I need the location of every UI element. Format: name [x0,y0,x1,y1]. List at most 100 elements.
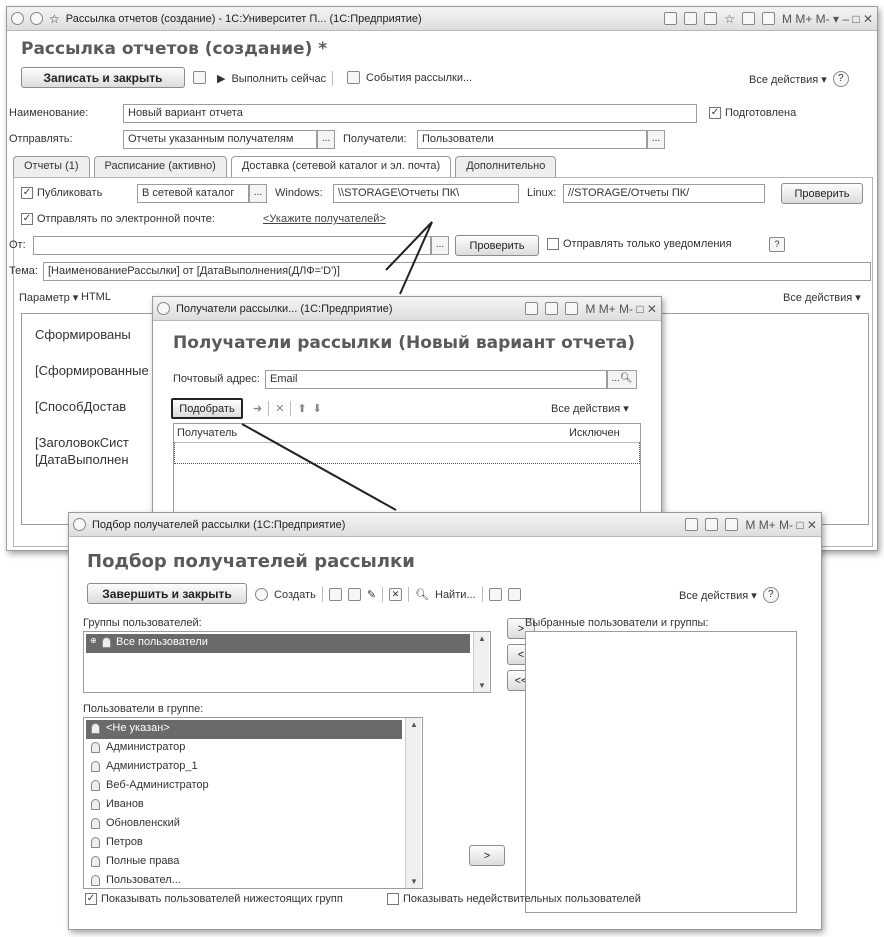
list-item[interactable]: <Не указан> [86,720,402,739]
create-button[interactable]: Создать [274,589,316,601]
send-select-button[interactable]: ... [317,130,335,149]
show-subgroups-checkbox[interactable]: ✓ [85,893,97,905]
email-checkbox[interactable]: ✓ [21,213,33,225]
list-item[interactable]: Пользовател... [86,872,402,888]
tab-schedule[interactable]: Расписание (активно) [93,156,227,177]
print-icon[interactable] [684,12,698,25]
link-icon[interactable] [525,302,539,315]
finish-close-button[interactable]: Завершить и закрыть [87,583,247,604]
publish-checkbox[interactable]: ✓ [21,187,33,199]
list-item[interactable]: Администратор [86,739,402,758]
list-item[interactable]: Полные права [86,853,402,872]
calculator-icon[interactable] [742,12,755,25]
create-icon[interactable] [255,588,268,601]
email-address-select-button[interactable]: ...🔍︎ [607,370,637,389]
calendar-icon[interactable] [725,518,739,531]
send-field[interactable]: Отчеты указанным получателям [123,130,317,149]
calendar-icon[interactable] [565,302,579,315]
run-now-button[interactable]: ▶ Выполнить сейчас [217,71,334,86]
windows-path-field[interactable]: \\STORAGE\Отчеты ПК\ [333,184,519,203]
notify-only-checkbox[interactable] [547,238,559,250]
list-item[interactable]: Петров [86,834,402,853]
delete-icon[interactable]: ✕ [389,588,403,601]
save-icon[interactable] [193,71,206,84]
from-select-button[interactable]: ... [431,236,449,255]
move-down-icon[interactable]: ⬇ [313,402,322,415]
help-icon[interactable]: ? [762,587,779,603]
settings-icon[interactable] [507,588,521,601]
tab-reports[interactable]: Отчеты (1) [13,156,90,177]
find-button[interactable]: Найти... [435,589,476,601]
window-controls[interactable]: M M+ M- ▾ – □ ✕ [782,12,873,26]
expand-icon[interactable]: ⊕ [90,636,97,645]
tab-delivery[interactable]: Доставка (сетевой каталог и эл. почта) [230,156,452,177]
user-name: Пользовател... [106,874,181,886]
list-item[interactable]: Веб-Администратор [86,777,402,796]
publish-select-button[interactable]: ... [249,184,267,203]
window-controls[interactable]: M M+ M- □ ✕ [745,518,817,532]
list-item[interactable]: ⊕ Все пользователи [86,634,470,653]
recipients-select-button[interactable]: ... [647,130,665,149]
recipients-field[interactable]: Пользователи [417,130,647,149]
link-icon[interactable] [685,518,699,531]
scroll-down-icon[interactable]: ▼ [478,681,486,690]
pencil-icon[interactable]: ✎ [367,588,376,601]
email-address-field[interactable]: Email [265,370,607,389]
linux-path-field[interactable]: //STORAGE/Отчеты ПК/ [563,184,765,203]
tab-additional[interactable]: Дополнительно [455,156,557,177]
move-icon[interactable]: ➜ [253,402,262,415]
app-logo-icon[interactable] [11,12,24,25]
calculator-icon[interactable] [545,302,559,315]
favorites-icon[interactable]: ☆ [724,12,735,26]
groups-scrollbar[interactable]: ▲ ▼ [473,632,489,692]
star-icon[interactable]: ☆ [49,12,60,26]
from-field[interactable] [33,236,431,255]
publish-field[interactable]: В сетевой каталог [137,184,249,203]
list-item[interactable]: Иванов [86,796,402,815]
check-paths-button[interactable]: Проверить [781,183,863,204]
scroll-down-icon[interactable]: ▼ [410,877,418,886]
prepared-checkbox[interactable]: ✓ [709,107,721,119]
windows-label: Windows: [275,187,323,199]
list-item[interactable]: Администратор_1 [86,758,402,777]
app-logo-icon[interactable] [157,302,170,315]
body-all-actions-menu[interactable]: Все действия ▾ [783,291,861,304]
list-item[interactable]: Обновленский [86,815,402,834]
cancel-search-icon[interactable] [488,588,502,601]
subject-field[interactable]: [НаименованиеРассылки] от [ДатаВыполнени… [43,262,871,281]
users-list[interactable]: <Не указан> Администратор Администратор_… [83,717,423,889]
edit-icon[interactable] [347,588,361,601]
name-field[interactable]: Новый вариант отчета [123,104,697,123]
pick-button[interactable]: Подобрать [171,398,243,419]
show-invalid-checkbox[interactable] [387,893,399,905]
events-button[interactable]: События рассылки... [347,71,472,84]
html-menu[interactable]: HTML [81,291,111,303]
specify-recipients-link[interactable]: <Укажите получателей> [263,213,386,225]
scroll-up-icon[interactable]: ▲ [478,634,486,643]
scroll-up-icon[interactable]: ▲ [410,720,418,729]
add-user-button[interactable]: > [469,845,505,866]
users-scrollbar[interactable]: ▲ ▼ [405,718,421,888]
copy-icon[interactable] [328,588,342,601]
selected-list[interactable] [525,631,797,913]
search-icon[interactable]: 🔍︎ [415,588,429,601]
all-actions-menu[interactable]: Все действия ▾? [749,71,849,87]
param-menu[interactable]: Параметр ▾ [19,291,78,304]
calendar-icon[interactable] [762,12,775,25]
groups-list[interactable]: ⊕ Все пользователи ▲ ▼ [83,631,491,693]
table-row[interactable] [174,442,640,464]
help-icon[interactable]: ? [769,237,785,252]
window-controls[interactable]: M M+ M- □ ✕ [585,302,657,316]
save-icon[interactable] [664,12,678,25]
save-close-button[interactable]: Записать и закрыть [21,67,185,88]
app-logo-icon[interactable] [73,518,86,531]
preview-icon[interactable] [704,12,718,25]
all-actions-menu[interactable]: Все действия ▾? [679,587,779,603]
check-email-button[interactable]: Проверить [455,235,539,256]
move-up-icon[interactable]: ⬆ [297,402,306,415]
help-icon[interactable]: ? [832,71,849,87]
calculator-icon[interactable] [705,518,719,531]
all-actions-menu[interactable]: Все действия ▾ [551,402,629,415]
delete-icon[interactable]: ✕ [275,402,284,415]
back-icon[interactable] [30,12,43,25]
